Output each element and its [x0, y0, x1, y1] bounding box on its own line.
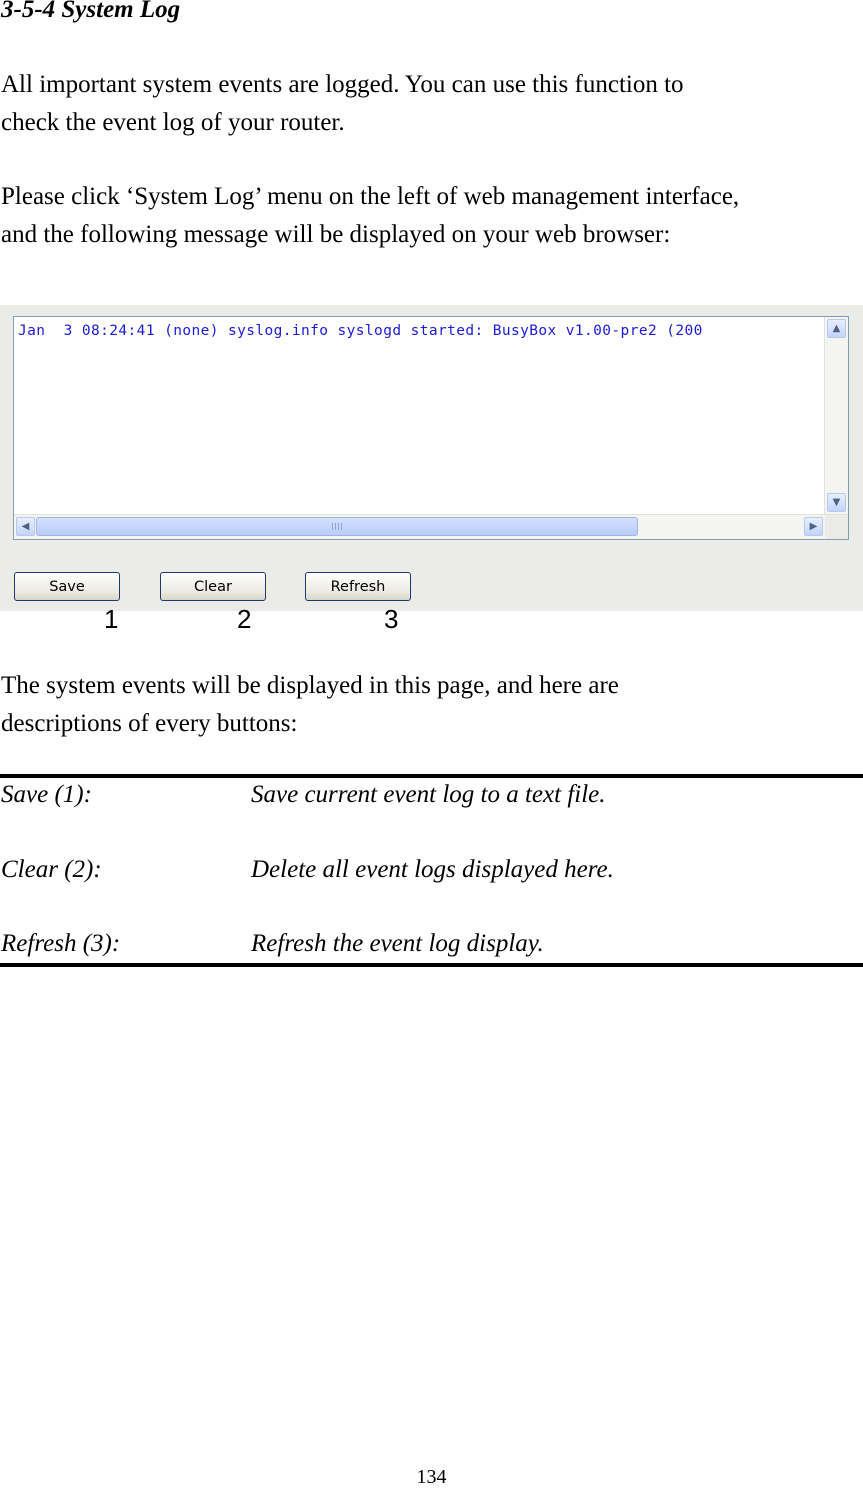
horizontal-scrollbar[interactable]: ◀ ▶ — [14, 514, 848, 539]
log-line: Jan 3 08:24:41 (none) syslog.info syslog… — [18, 323, 703, 339]
table-bottom-rule — [0, 963, 863, 967]
description-intro: The system events will be displayed in t… — [1, 672, 619, 737]
instruction-paragraph: Please click ‘System Log’ menu on the le… — [1, 183, 740, 248]
arrow-up-icon[interactable]: ▲ — [827, 319, 846, 338]
save-button[interactable]: Save — [14, 572, 120, 601]
callout-2: 2 — [237, 604, 252, 634]
description-text: Delete all event logs displayed here. — [251, 856, 614, 883]
description-term: Refresh (3): — [1, 930, 121, 957]
description-text: Save current event log to a text file. — [251, 781, 606, 808]
section-heading: 3-5-4 System Log — [1, 0, 181, 23]
description-term: Clear (2): — [1, 856, 102, 883]
log-textarea[interactable]: Jan 3 08:24:41 (none) syslog.info syslog… — [13, 316, 849, 540]
callout-3: 3 — [384, 604, 399, 634]
scrollbar-thumb[interactable] — [36, 517, 638, 536]
vertical-scrollbar[interactable]: ▲ ▼ — [824, 317, 848, 514]
system-log-screenshot: Jan 3 08:24:41 (none) syslog.info syslog… — [0, 305, 863, 611]
scrollbar-corner — [825, 515, 848, 539]
refresh-button[interactable]: Refresh — [305, 572, 411, 601]
table-top-rule — [0, 774, 863, 778]
intro-paragraph: All important system events are logged. … — [1, 71, 684, 136]
description-term: Save (1): — [1, 781, 92, 808]
clear-button[interactable]: Clear — [160, 572, 266, 601]
arrow-down-icon[interactable]: ▼ — [827, 493, 846, 512]
description-text: Refresh the event log display. — [251, 930, 544, 957]
arrow-right-icon[interactable]: ▶ — [804, 517, 823, 536]
page-number: 134 — [416, 1466, 447, 1488]
arrow-left-icon[interactable]: ◀ — [16, 517, 35, 536]
callout-1: 1 — [104, 604, 119, 634]
grip-icon — [332, 523, 342, 530]
